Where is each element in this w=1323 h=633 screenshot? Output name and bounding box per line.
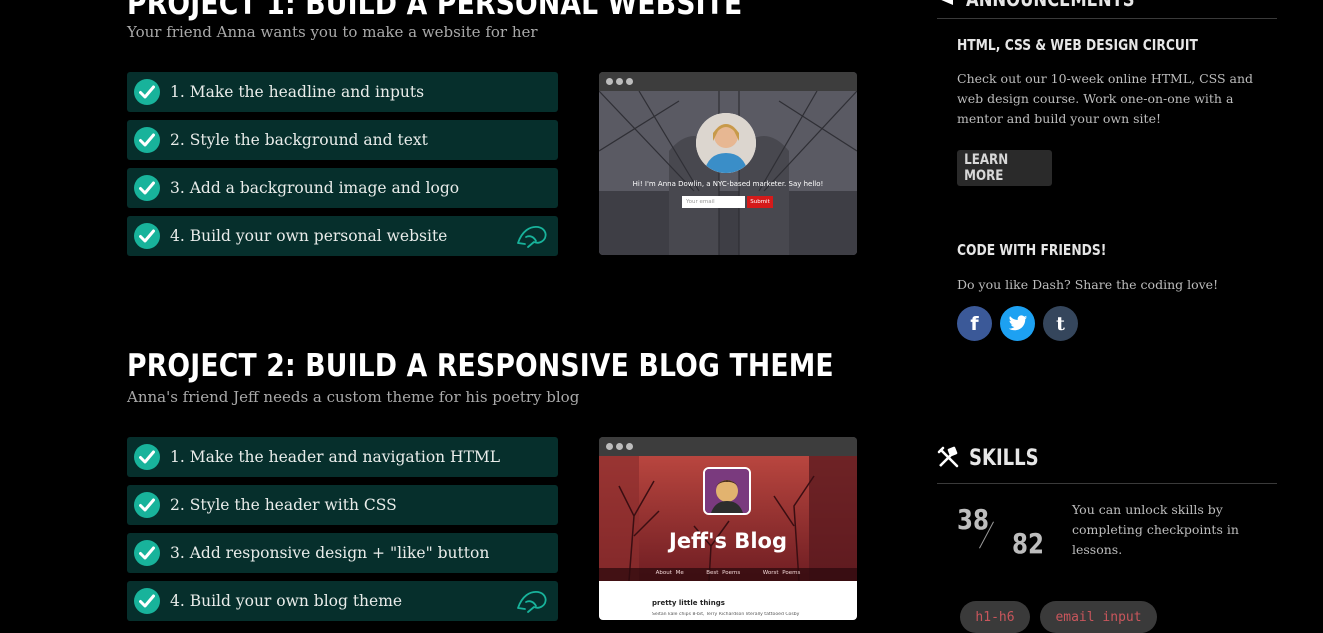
avatar bbox=[696, 113, 756, 173]
megaphone-icon bbox=[937, 0, 955, 6]
step-label: 2. Style the header with CSS bbox=[170, 496, 397, 514]
skills-title: SKILLS bbox=[969, 446, 1039, 471]
project2-step-4[interactable]: 4. Build your own blog theme bbox=[127, 581, 558, 621]
window-dot bbox=[626, 78, 633, 85]
project1-step-3[interactable]: 3. Add a background image and logo bbox=[127, 168, 558, 208]
window-dot bbox=[626, 443, 633, 450]
project-badge-icon bbox=[516, 588, 548, 614]
blog-nav-item: Worst Poems bbox=[762, 570, 801, 576]
window-dot bbox=[616, 78, 623, 85]
circuit-text: Check out our 10-week online HTML, CSS a… bbox=[957, 71, 1254, 126]
skills-total-count: 82 bbox=[1012, 527, 1044, 560]
step-label: 1. Make the headline and inputs bbox=[170, 83, 425, 101]
project2-subtitle: Anna's friend Jeff needs a custom theme … bbox=[127, 388, 580, 406]
blog-post-title: pretty little things bbox=[652, 599, 725, 607]
step-label: 3. Add a background image and logo bbox=[170, 179, 460, 197]
blog-nav: About Me Best Poems Worst Poems bbox=[599, 570, 857, 576]
checkmark-icon bbox=[134, 223, 160, 249]
blog-content: pretty little things Seitan kale chips 8… bbox=[599, 581, 857, 620]
announcements-title: ANNOUNCEMENTS bbox=[966, 0, 1135, 11]
preview-greeting: Hi! I'm Anna Dowlin, a NYC-based markete… bbox=[632, 180, 824, 188]
window-dot bbox=[616, 443, 623, 450]
learn-more-label: LEARN MORE bbox=[964, 152, 1009, 184]
learn-more-button[interactable]: LEARN MORE bbox=[957, 150, 1052, 186]
project2-step-1[interactable]: 1. Make the header and navigation HTML bbox=[127, 437, 558, 477]
blog-nav-item: Best Poems bbox=[706, 570, 741, 576]
skill-tag[interactable]: h1-h6 bbox=[960, 601, 1030, 633]
project2-step-3[interactable]: 3. Add responsive design + "like" button bbox=[127, 533, 558, 573]
step-label: 3. Add responsive design + "like" button bbox=[170, 544, 490, 562]
project1-subtitle: Your friend Anna wants you to make a web… bbox=[127, 23, 538, 41]
project1-title: PROJECT 1: BUILD A PERSONAL WEBSITE bbox=[127, 0, 743, 22]
twitter-icon[interactable] bbox=[1000, 306, 1035, 341]
facebook-icon[interactable]: f bbox=[957, 306, 992, 341]
step-label: 2. Style the background and text bbox=[170, 131, 428, 149]
preview-submit-button: Submit bbox=[747, 196, 773, 208]
facebook-glyph: f bbox=[970, 312, 979, 335]
checkmark-icon bbox=[134, 79, 160, 105]
twitter-bird-icon bbox=[1008, 315, 1027, 331]
step-label: 4. Build your own blog theme bbox=[170, 592, 403, 610]
project1-preview: Hi! I'm Anna Dowlin, a NYC-based markete… bbox=[599, 72, 857, 255]
project1-step-2[interactable]: 2. Style the background and text bbox=[127, 120, 558, 160]
divider bbox=[937, 18, 1277, 19]
tools-icon bbox=[937, 446, 961, 470]
blog-post-excerpt: Seitan kale chips 8-bit, Terry Richardso… bbox=[652, 612, 800, 617]
divider bbox=[937, 483, 1277, 484]
blog-nav-item: About Me bbox=[655, 570, 684, 576]
skill-tag[interactable]: email input bbox=[1040, 601, 1157, 633]
tumblr-icon[interactable]: t bbox=[1043, 306, 1078, 341]
project1-step-4[interactable]: 4. Build your own personal website bbox=[127, 216, 558, 256]
skills-text: You can unlock skills by completing chec… bbox=[1072, 502, 1239, 557]
step-label: 4. Build your own personal website bbox=[170, 227, 448, 245]
project2-step-2[interactable]: 2. Style the header with CSS bbox=[127, 485, 558, 525]
checkmark-icon bbox=[134, 175, 160, 201]
checkmark-icon bbox=[134, 444, 160, 470]
blog-avatar bbox=[703, 467, 751, 515]
window-titlebar bbox=[599, 72, 857, 91]
project1-step-1[interactable]: 1. Make the headline and inputs bbox=[127, 72, 558, 112]
checkmark-icon bbox=[134, 588, 160, 614]
blog-title: Jeff's Blog bbox=[669, 529, 787, 553]
project2-title: PROJECT 2: BUILD A RESPONSIVE BLOG THEME bbox=[127, 348, 834, 384]
skills-unlocked-count: 38 bbox=[957, 503, 989, 536]
checkmark-icon bbox=[134, 540, 160, 566]
preview-email-input: Your email bbox=[682, 196, 745, 208]
friends-title: CODE WITH FRIENDS! bbox=[957, 241, 1107, 259]
circuit-title: HTML, CSS & WEB DESIGN CIRCUIT bbox=[957, 36, 1198, 54]
project-badge-icon bbox=[516, 223, 548, 249]
window-dot bbox=[606, 443, 613, 450]
tumblr-glyph: t bbox=[1056, 312, 1065, 335]
checkmark-icon bbox=[134, 127, 160, 153]
checkmark-icon bbox=[134, 492, 160, 518]
window-dot bbox=[606, 78, 613, 85]
window-titlebar bbox=[599, 437, 857, 456]
friends-text: Do you like Dash? Share the coding love! bbox=[957, 277, 1219, 292]
step-label: 1. Make the header and navigation HTML bbox=[170, 448, 501, 466]
project2-preview: Jeff's Blog About Me Best Poems Worst Po… bbox=[599, 437, 857, 620]
